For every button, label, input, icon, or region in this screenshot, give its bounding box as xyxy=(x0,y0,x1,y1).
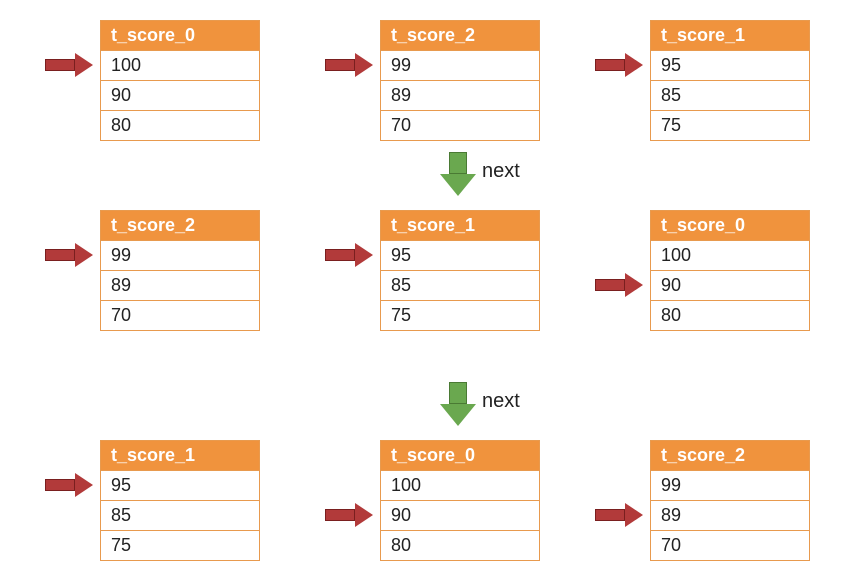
table-cell: 75 xyxy=(651,111,809,140)
table-cell: 89 xyxy=(651,501,809,531)
table-cell: 75 xyxy=(381,301,539,330)
table-header: t_score_1 xyxy=(101,441,259,471)
table-header: t_score_0 xyxy=(651,211,809,241)
score-table: t_score_2 99 89 70 xyxy=(380,20,540,141)
table-cell: 85 xyxy=(101,501,259,531)
table-header: t_score_2 xyxy=(101,211,259,241)
table-cell: 89 xyxy=(101,271,259,301)
pointer-arrow-icon xyxy=(325,243,375,267)
table-header: t_score_2 xyxy=(381,21,539,51)
pointer-arrow-icon xyxy=(595,503,645,527)
table-cell: 95 xyxy=(651,51,809,81)
pointer-arrow-icon xyxy=(595,53,645,77)
table-cell: 80 xyxy=(651,301,809,330)
next-label: next xyxy=(482,160,520,183)
pointer-arrow-icon xyxy=(45,473,95,497)
table-cell: 80 xyxy=(381,531,539,560)
pointer-arrow-icon xyxy=(45,243,95,267)
table-header: t_score_0 xyxy=(101,21,259,51)
table-cell: 100 xyxy=(101,51,259,81)
table-header: t_score_1 xyxy=(651,21,809,51)
table-cell: 95 xyxy=(101,471,259,501)
table-cell: 85 xyxy=(381,271,539,301)
table-cell: 75 xyxy=(101,531,259,560)
table-header: t_score_1 xyxy=(381,211,539,241)
table-cell: 85 xyxy=(651,81,809,111)
next-arrow: next xyxy=(440,152,476,196)
table-cell: 100 xyxy=(381,471,539,501)
pointer-arrow-icon xyxy=(45,53,95,77)
next-arrow: next xyxy=(440,382,476,426)
score-table: t_score_2 99 89 70 xyxy=(650,440,810,561)
pointer-arrow-icon xyxy=(325,503,375,527)
score-table: t_score_2 99 89 70 xyxy=(100,210,260,331)
score-table: t_score_0 100 90 80 xyxy=(380,440,540,561)
table-cell: 100 xyxy=(651,241,809,271)
table-cell: 70 xyxy=(381,111,539,140)
pointer-arrow-icon xyxy=(595,273,645,297)
table-header: t_score_2 xyxy=(651,441,809,471)
score-table: t_score_1 95 85 75 xyxy=(650,20,810,141)
pointer-arrow-icon xyxy=(325,53,375,77)
score-table: t_score_1 95 85 75 xyxy=(100,440,260,561)
table-header: t_score_0 xyxy=(381,441,539,471)
table-cell: 95 xyxy=(381,241,539,271)
table-cell: 80 xyxy=(101,111,259,140)
table-cell: 99 xyxy=(651,471,809,501)
score-table: t_score_0 100 90 80 xyxy=(100,20,260,141)
next-label: next xyxy=(482,390,520,413)
table-cell: 90 xyxy=(651,271,809,301)
down-arrow-icon xyxy=(440,382,476,426)
score-table: t_score_1 95 85 75 xyxy=(380,210,540,331)
table-cell: 89 xyxy=(381,81,539,111)
table-cell: 99 xyxy=(381,51,539,81)
diagram-stage: t_score_0 100 90 80 t_score_2 99 89 70 t… xyxy=(10,10,833,573)
table-cell: 99 xyxy=(101,241,259,271)
table-cell: 70 xyxy=(101,301,259,330)
table-cell: 90 xyxy=(101,81,259,111)
down-arrow-icon xyxy=(440,152,476,196)
table-cell: 70 xyxy=(651,531,809,560)
score-table: t_score_0 100 90 80 xyxy=(650,210,810,331)
table-cell: 90 xyxy=(381,501,539,531)
